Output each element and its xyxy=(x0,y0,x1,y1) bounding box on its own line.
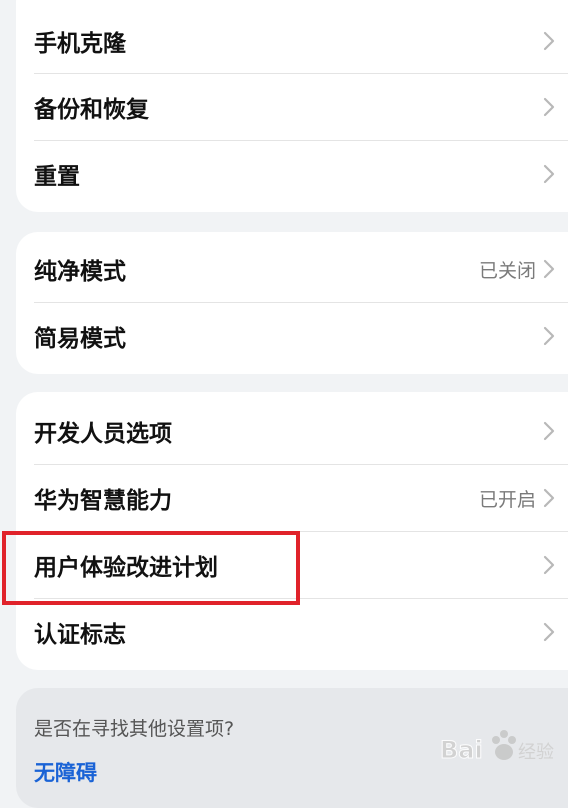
highlight-box xyxy=(2,531,300,605)
accessibility-link[interactable]: 无障碍 xyxy=(34,757,97,787)
chevron-right-icon xyxy=(543,555,555,575)
settings-item-label: 简易模式 xyxy=(34,326,126,352)
settings-item-phone-clone[interactable]: 手机克隆 xyxy=(16,8,568,74)
settings-item-pure-mode[interactable]: 纯净模式 已关闭 xyxy=(16,236,568,302)
settings-item-label: 华为智慧能力 xyxy=(34,488,172,514)
suggestion-hint: 是否在寻找其他设置项? xyxy=(34,718,235,740)
chevron-right-icon xyxy=(543,31,555,51)
settings-item-reset[interactable]: 重置 xyxy=(16,141,568,207)
status-value: 已开启 xyxy=(478,488,536,511)
settings-item-label: 手机克隆 xyxy=(34,31,126,57)
chevron-right-icon xyxy=(543,259,555,279)
chevron-right-icon xyxy=(543,622,555,642)
chevron-right-icon xyxy=(543,326,555,346)
chevron-right-icon xyxy=(543,164,555,184)
status-value: 已关闭 xyxy=(478,259,536,282)
settings-item-label: 重置 xyxy=(34,164,80,190)
svg-text:Bai: Bai xyxy=(440,736,483,764)
chevron-right-icon xyxy=(543,421,555,441)
settings-item-huawei-intelligence[interactable]: 华为智慧能力 已开启 xyxy=(16,465,568,531)
svg-text:经验: 经验 xyxy=(518,742,554,763)
settings-group-1: 手机克隆 备份和恢复 重置 xyxy=(16,0,568,212)
settings-item-label: 开发人员选项 xyxy=(34,421,172,447)
settings-item-label: 纯净模式 xyxy=(34,259,126,285)
settings-item-simple-mode[interactable]: 简易模式 xyxy=(16,303,568,369)
settings-item-certification-logo[interactable]: 认证标志 xyxy=(16,599,568,665)
baidu-watermark-logo: Bai 经验 xyxy=(440,730,554,765)
settings-item-developer-options[interactable]: 开发人员选项 xyxy=(16,398,568,464)
settings-group-2: 纯净模式 已关闭 简易模式 xyxy=(16,232,568,374)
chevron-right-icon xyxy=(543,488,555,508)
chevron-right-icon xyxy=(543,97,555,117)
settings-item-label: 认证标志 xyxy=(34,622,126,648)
settings-item-backup-restore[interactable]: 备份和恢复 xyxy=(16,74,568,140)
settings-item-label: 备份和恢复 xyxy=(34,97,149,123)
